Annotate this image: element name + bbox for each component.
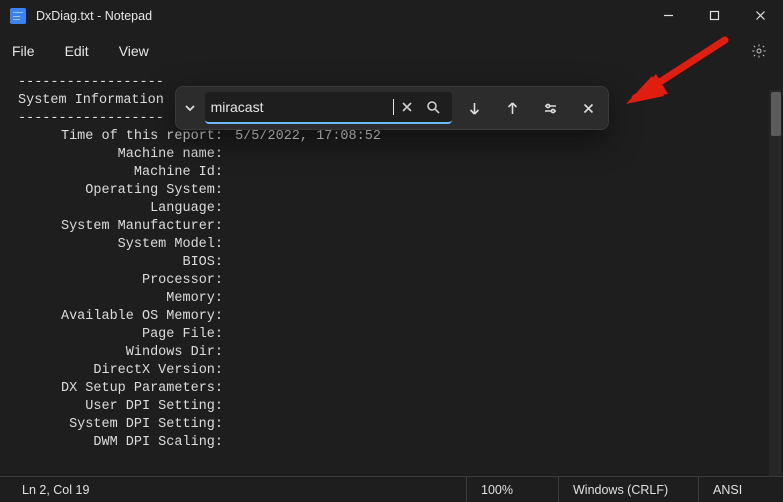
minimize-button[interactable] <box>645 0 691 32</box>
notepad-app-icon <box>10 8 26 24</box>
menu-file[interactable]: File <box>12 43 35 59</box>
menu-bar: File Edit View <box>0 32 783 70</box>
find-close-button[interactable] <box>570 86 608 130</box>
maximize-button[interactable] <box>691 0 737 32</box>
text-line: Available OS Memory: <box>18 308 223 326</box>
text-line: System DPI Setting: <box>18 416 223 434</box>
window-title: DxDiag.txt - Notepad <box>36 9 152 23</box>
scrollbar-track[interactable] <box>769 90 781 476</box>
text-line: Processor: <box>18 272 223 290</box>
find-previous-button[interactable] <box>494 86 532 130</box>
menu-edit[interactable]: Edit <box>65 43 89 59</box>
text-line: Time of this report: 5/5/2022, 17:08:52 <box>18 128 773 146</box>
text-line: Operating System: <box>18 182 223 200</box>
notepad-window: DxDiag.txt - Notepad File Edit View ----… <box>0 0 783 502</box>
window-controls <box>645 0 783 32</box>
find-next-button[interactable] <box>456 86 494 130</box>
status-caret-pos: Ln 2, Col 19 <box>0 477 467 502</box>
title-bar: DxDiag.txt - Notepad <box>0 0 783 32</box>
search-icon[interactable] <box>420 93 446 121</box>
text-line: System Model: <box>18 236 223 254</box>
settings-button[interactable] <box>749 41 769 61</box>
text-line: Page File: <box>18 326 223 344</box>
find-input[interactable] <box>211 99 392 115</box>
find-clear-button[interactable] <box>394 93 420 121</box>
text-line: BIOS: <box>18 254 223 272</box>
text-line: Machine Id: <box>18 164 223 182</box>
text-line: Machine name: <box>18 146 223 164</box>
text-line: Windows Dir: <box>18 344 223 362</box>
status-zoom[interactable]: 100% <box>467 477 559 502</box>
text-line: System Manufacturer: <box>18 218 223 236</box>
find-panel <box>175 86 609 130</box>
find-input-wrap <box>205 92 452 124</box>
find-options-button[interactable] <box>532 86 570 130</box>
text-editor-area[interactable]: ------------------ System Information --… <box>0 70 783 476</box>
text-line: DirectX Version: <box>18 362 223 380</box>
text-line: DX Setup Parameters: <box>18 380 223 398</box>
status-eol: Windows (CRLF) <box>559 477 699 502</box>
menu-view[interactable]: View <box>119 43 149 59</box>
text-line: User DPI Setting: <box>18 398 223 416</box>
text-line: Memory: <box>18 290 223 308</box>
text-line: DWM DPI Scaling: <box>18 434 223 452</box>
close-button[interactable] <box>737 0 783 32</box>
status-bar: Ln 2, Col 19 100% Windows (CRLF) ANSI <box>0 476 783 502</box>
text-line: Language: <box>18 200 223 218</box>
find-expand-toggle[interactable] <box>176 86 205 130</box>
status-encoding: ANSI <box>699 477 783 502</box>
scrollbar-thumb[interactable] <box>771 92 781 136</box>
fade-bottom <box>0 456 783 476</box>
